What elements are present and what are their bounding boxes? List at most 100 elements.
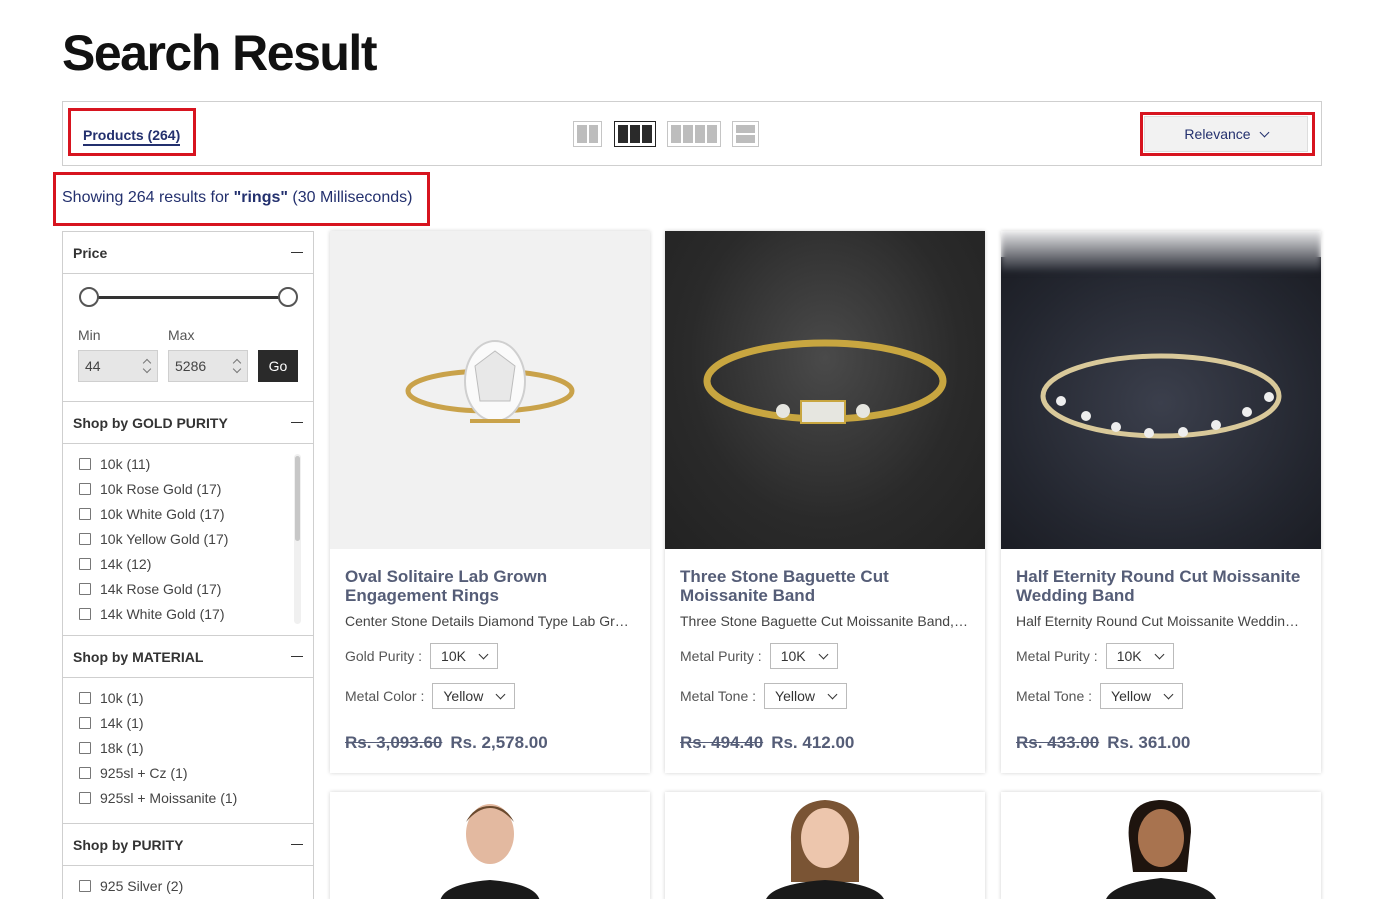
list-item[interactable]: 18k (1)	[63, 735, 313, 760]
list-item[interactable]: 10k (1)	[63, 685, 313, 710]
grid-2-view-icon[interactable]	[573, 121, 602, 147]
product-card[interactable]: Oval Solitaire Lab Grown Engagement Ring…	[330, 231, 650, 773]
metal-color-select[interactable]: Yellow	[432, 683, 516, 709]
price-facet-header[interactable]: Price	[63, 232, 313, 274]
purity-list: 925 Silver (2)	[63, 866, 313, 899]
facet-option-label: 14k (12)	[100, 555, 152, 572]
material-facet-header[interactable]: Shop by MATERIAL	[63, 636, 313, 678]
checkbox[interactable]	[79, 582, 91, 595]
collapse-icon[interactable]	[291, 251, 303, 254]
product-image[interactable]	[665, 792, 985, 899]
option-row: Gold Purity : 10K	[345, 643, 635, 669]
metal-purity-select[interactable]: 10K	[769, 643, 838, 669]
list-item[interactable]: 10k (11)	[63, 451, 313, 476]
product-description: Three Stone Baguette Cut Moissanite Band…	[680, 613, 970, 629]
select-value: Yellow	[443, 688, 484, 704]
product-card[interactable]: Half Eternity Round Cut Moissanite Weddi…	[1001, 231, 1321, 773]
sort-dropdown[interactable]: Relevance	[1144, 116, 1308, 152]
select-value: Yellow	[775, 688, 815, 704]
gold-purity-list: 10k (11) 10k Rose Gold (17) 10k White Go…	[63, 444, 313, 636]
gold-purity-select[interactable]: 10K	[430, 643, 498, 669]
facet-option-label: 10k Rose Gold (17)	[100, 480, 222, 497]
original-price: Rs. 433.00	[1016, 733, 1100, 752]
facet-option-label: 10k Yellow Gold (17)	[100, 530, 229, 547]
scrollbar-thumb[interactable]	[295, 456, 300, 541]
metal-tone-select[interactable]: Yellow	[1100, 683, 1183, 709]
facet-option-label: 925sl + Cz (1)	[100, 764, 188, 781]
price-go-button[interactable]: Go	[258, 350, 298, 382]
collapse-icon[interactable]	[291, 421, 303, 424]
collapse-icon[interactable]	[291, 655, 303, 658]
stepper-icon[interactable]	[143, 357, 151, 375]
metal-tone-select[interactable]: Yellow	[764, 683, 847, 709]
metal-purity-select[interactable]: 10K	[1105, 643, 1174, 669]
sort-label: Relevance	[1184, 126, 1251, 142]
option-label: Metal Tone :	[680, 688, 757, 704]
page-title: Search Result	[62, 25, 377, 81]
product-title[interactable]: Oval Solitaire Lab Grown Engagement Ring…	[345, 567, 635, 607]
collapse-icon[interactable]	[291, 843, 303, 846]
checkbox[interactable]	[79, 791, 91, 804]
sale-price: Rs. 412.00	[771, 733, 855, 752]
list-item[interactable]: 10k Yellow Gold (17)	[63, 526, 313, 551]
list-item[interactable]: 10k White Gold (17)	[63, 501, 313, 526]
checkbox[interactable]	[79, 607, 91, 620]
list-view-icon[interactable]	[732, 121, 759, 147]
list-item[interactable]: 925sl + Cz (1)	[63, 760, 313, 785]
purity-facet-header[interactable]: Shop by PURITY	[63, 824, 313, 866]
product-title[interactable]: Half Eternity Round Cut Moissanite Weddi…	[1016, 567, 1306, 607]
price-slider-min-handle[interactable]	[79, 287, 99, 307]
checkbox[interactable]	[79, 716, 91, 729]
price-row: Rs. 494.40 Rs. 412.00	[680, 733, 970, 773]
product-card[interactable]: Three Stone Baguette Cut Moissanite Band…	[665, 231, 985, 773]
list-item[interactable]: 14k (1)	[63, 710, 313, 735]
product-card[interactable]	[1001, 792, 1321, 899]
checkbox[interactable]	[79, 879, 91, 892]
product-card[interactable]	[665, 792, 985, 899]
min-price-input[interactable]: 44	[78, 350, 158, 382]
original-price: Rs. 494.40	[680, 733, 764, 752]
price-slider-track[interactable]	[89, 296, 289, 299]
product-title[interactable]: Three Stone Baguette Cut Moissanite Band	[680, 567, 970, 607]
list-item[interactable]: 10k Rose Gold (17)	[63, 476, 313, 501]
checkbox[interactable]	[79, 691, 91, 704]
grid-4-view-icon[interactable]	[667, 121, 721, 147]
gold-purity-facet-header[interactable]: Shop by GOLD PURITY	[63, 402, 313, 444]
list-item[interactable]: 14k White Gold (17)	[63, 601, 313, 626]
checkbox[interactable]	[79, 507, 91, 520]
list-item[interactable]: 14k (12)	[63, 551, 313, 576]
facet-option-label: 10k (11)	[100, 455, 151, 472]
checkbox[interactable]	[79, 532, 91, 545]
results-toolbar: Products (264) Relevance	[62, 101, 1322, 166]
checkbox[interactable]	[79, 482, 91, 495]
list-item[interactable]: 925sl + Moissanite (1)	[63, 785, 313, 810]
checkbox[interactable]	[79, 741, 91, 754]
product-image[interactable]	[1001, 231, 1321, 549]
checkbox[interactable]	[79, 457, 91, 470]
results-prefix: Showing 264 results for	[62, 189, 234, 206]
list-item[interactable]: 925 Silver (2)	[63, 873, 313, 898]
max-price-input[interactable]: 5286	[168, 350, 248, 382]
min-price-value: 44	[85, 358, 101, 374]
select-value: Yellow	[1111, 688, 1151, 704]
products-tab[interactable]: Products (264)	[83, 127, 181, 146]
product-image[interactable]	[665, 231, 985, 549]
facet-option-label: 925 Silver (2)	[100, 877, 184, 894]
facet-option-label: 10k (1)	[100, 689, 144, 706]
product-image[interactable]	[1001, 792, 1321, 899]
product-card[interactable]	[330, 792, 650, 899]
grid-3-view-icon[interactable]	[614, 121, 656, 147]
list-item[interactable]: 14k Rose Gold (17)	[63, 576, 313, 601]
product-image[interactable]	[330, 792, 650, 899]
option-row: Metal Purity : 10K	[1016, 643, 1306, 669]
checkbox[interactable]	[79, 557, 91, 570]
product-image[interactable]	[330, 231, 650, 549]
purity-facet-title: Shop by PURITY	[73, 836, 184, 853]
eternity-band-image	[1040, 353, 1282, 439]
baguette-ring-image	[703, 339, 947, 424]
option-row: Metal Tone : Yellow	[1016, 683, 1306, 709]
stepper-icon[interactable]	[233, 357, 241, 375]
chevron-down-icon	[478, 649, 489, 659]
checkbox[interactable]	[79, 766, 91, 779]
price-slider-max-handle[interactable]	[278, 287, 298, 307]
